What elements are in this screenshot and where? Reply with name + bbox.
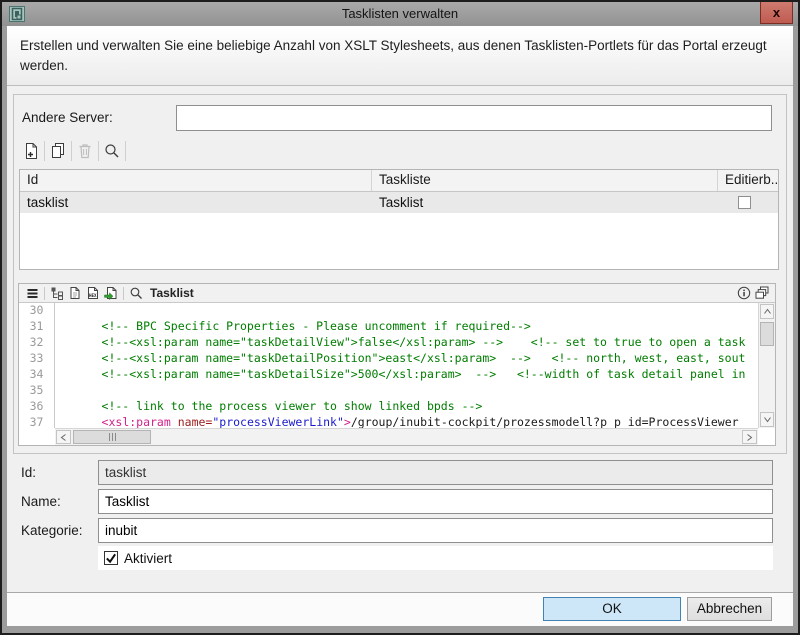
text-view-icon[interactable] [66,285,84,302]
column-header-id[interactable]: Id [20,170,372,191]
andere-server-label: Andere Server: [22,110,113,125]
line-number: 31 [19,319,54,335]
tree-view-icon[interactable] [48,285,66,302]
line-number: 35 [19,383,54,399]
hex-view-icon[interactable]: HEX [84,285,102,302]
code-line: <xsl:param name="processViewerLink">/gro… [60,415,758,428]
column-header-taskliste[interactable]: Taskliste [372,170,718,191]
titlebar[interactable]: Tasklisten verwalten x [2,2,798,26]
line-number: 37 [19,415,54,431]
horizontal-scroll-thumb[interactable] [73,430,151,444]
tasklist-table: Id Taskliste Editierb... tasklist Taskli… [19,169,779,270]
search-icon[interactable] [100,140,124,162]
name-field[interactable] [98,489,773,514]
editierbar-checkbox[interactable] [738,196,751,209]
new-document-icon[interactable] [19,140,43,162]
code-line: <!-- link to the process viewer to show … [60,399,758,415]
xslt-editor: HEX [18,283,776,446]
window-title: Tasklisten verwalten [2,2,798,26]
toolbar-separator [125,141,126,161]
menu-icon[interactable] [23,285,41,302]
code-line: <!--<xsl:param name="taskDetailPosition"… [60,351,758,367]
name-label: Name: [21,489,61,514]
table-row[interactable]: tasklist Tasklist [20,192,778,213]
button-bar: OK Abbrechen [7,592,793,626]
dialog-tasklisten-verwalten: Tasklisten verwalten x Erstellen und ver… [0,0,800,635]
code-line [60,383,758,399]
dialog-description: Erstellen und verwalten Sie eine beliebi… [7,26,793,86]
vertical-scrollbar[interactable] [758,303,775,428]
line-number: 34 [19,367,54,383]
toolbar-separator [44,141,45,161]
scroll-left-arrow[interactable] [56,430,71,444]
check-icon [105,552,117,564]
id-label: Id: [21,460,36,485]
ok-button[interactable]: OK [543,597,681,621]
cancel-button[interactable]: Abbrechen [687,597,772,621]
copy-icon[interactable] [46,140,70,162]
andere-server-input[interactable] [176,105,772,131]
kategorie-field[interactable] [98,518,773,543]
vertical-scroll-thumb[interactable] [760,322,774,346]
cell-id: tasklist [20,195,372,210]
list-toolbar [19,139,127,163]
dialog-body: Andere Server: [7,86,793,592]
code-line: <!--<xsl:param name="taskDetailView">fal… [60,335,758,351]
code-line: <!--<xsl:param name="taskDetailSize">500… [60,367,758,383]
table-header: Id Taskliste Editierb... [20,170,778,192]
editor-search-icon[interactable] [127,285,145,302]
svg-text:HEX: HEX [89,293,97,298]
line-number-gutter: 30 31 32 33 34 35 36 37 [19,303,55,428]
scroll-up-arrow[interactable] [760,304,774,319]
tasklist-group-panel: Andere Server: [13,94,787,454]
toolbar-separator [71,141,72,161]
line-number: 33 [19,351,54,367]
line-number: 32 [19,335,54,351]
line-number: 30 [19,303,54,319]
scroll-down-arrow[interactable] [760,412,774,427]
code-line: <!-- BPC Specific Properties - Please un… [60,319,758,335]
kategorie-label: Kategorie: [21,518,83,543]
import-document-icon[interactable] [102,285,120,302]
code-line [60,303,758,319]
line-number: 36 [19,399,54,415]
delete-icon[interactable] [73,140,97,162]
toolbar-separator [123,287,124,300]
toolbar-separator [98,141,99,161]
editor-search-value[interactable]: Tasklist [150,286,194,300]
toolbar-separator [44,287,45,300]
editor-toolbar: HEX [19,284,775,303]
horizontal-scrollbar[interactable] [55,428,758,445]
id-field [98,460,773,485]
aktiviert-checkbox[interactable] [104,551,118,565]
cell-taskliste: Tasklist [372,195,718,210]
info-icon[interactable] [735,285,753,302]
code-area[interactable]: <!-- BPC Specific Properties - Please un… [56,303,758,428]
column-header-editierbar[interactable]: Editierb... [718,170,778,191]
scroll-right-arrow[interactable] [742,430,757,444]
close-button[interactable]: x [760,2,793,24]
aktiviert-label: Aktiviert [124,551,172,566]
cascade-windows-icon[interactable] [753,285,771,302]
aktiviert-row: Aktiviert [98,546,773,570]
